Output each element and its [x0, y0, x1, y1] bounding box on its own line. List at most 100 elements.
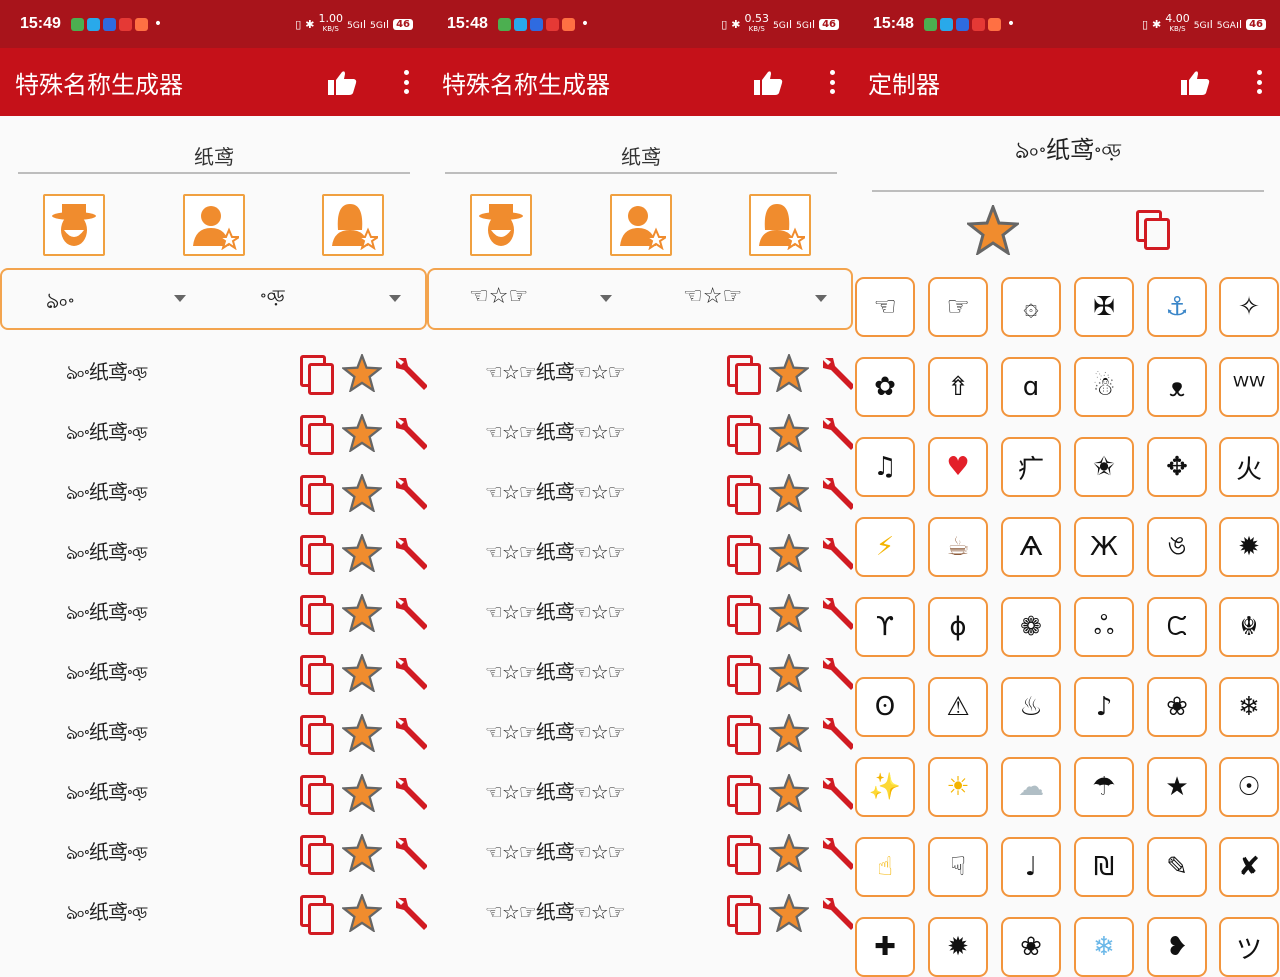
thumbs-up-icon[interactable]	[327, 70, 357, 96]
copy-icon[interactable]	[300, 535, 334, 575]
symbol-button[interactable]: ✨	[855, 757, 915, 817]
favorite-star-icon[interactable]	[342, 654, 382, 692]
result-row[interactable]: ☜☆☞纸鸢☜☆☞	[427, 462, 853, 522]
right-decoration-dropdown[interactable]: ☜☆☞	[683, 284, 742, 309]
result-row[interactable]: ঌ৹৽纸鸢৽৹ড়	[0, 702, 427, 762]
symbol-button[interactable]: ʘ	[855, 677, 915, 737]
customize-wrench-icon[interactable]	[392, 834, 427, 872]
symbol-button[interactable]: Ѧ	[1001, 517, 1061, 577]
result-row[interactable]: ঌ৹৽纸鸢৽৹ড়	[0, 882, 427, 942]
customize-wrench-icon[interactable]	[819, 894, 853, 932]
result-row[interactable]: ঌ৹৽纸鸢৽৹ড়	[0, 342, 427, 402]
left-decoration-dropdown[interactable]: ☜☆☞	[469, 284, 528, 309]
customize-wrench-icon[interactable]	[819, 594, 853, 632]
symbol-button[interactable]: ☉	[1219, 757, 1279, 817]
funny-face-filter-button[interactable]	[43, 194, 105, 256]
symbol-button[interactable]: ⽕	[1219, 437, 1279, 497]
female-filter-button[interactable]	[322, 194, 384, 256]
symbol-button[interactable]: ஃ	[1074, 597, 1134, 657]
copy-icon[interactable]	[300, 835, 334, 875]
symbol-button[interactable]: ɸ	[928, 597, 988, 657]
favorite-star-icon[interactable]	[769, 774, 809, 812]
symbol-button[interactable]: ツ	[1219, 917, 1279, 977]
customize-wrench-icon[interactable]	[819, 534, 853, 572]
customize-wrench-icon[interactable]	[819, 834, 853, 872]
copy-icon[interactable]	[300, 775, 334, 815]
symbol-button[interactable]: ✠	[1074, 277, 1134, 337]
favorite-star-icon[interactable]	[769, 534, 809, 572]
symbol-button[interactable]: ⚓	[1147, 277, 1207, 337]
thumbs-up-icon[interactable]	[1180, 70, 1210, 96]
symbol-button[interactable]: ⚡	[855, 517, 915, 577]
symbol-button[interactable]: ❁	[1001, 597, 1061, 657]
customize-wrench-icon[interactable]	[392, 354, 427, 392]
favorite-star-icon[interactable]	[769, 654, 809, 692]
thumbs-up-icon[interactable]	[753, 70, 783, 96]
symbol-button[interactable]: ☂	[1074, 757, 1134, 817]
symbol-button[interactable]: ☜	[855, 277, 915, 337]
result-row[interactable]: ঌ৹৽纸鸢৽৹ড়	[0, 762, 427, 822]
copy-icon[interactable]	[300, 415, 334, 455]
overflow-menu-icon[interactable]	[1256, 70, 1262, 94]
customize-wrench-icon[interactable]	[392, 474, 427, 512]
symbol-button[interactable]: ᙅ	[1147, 597, 1207, 657]
favorite-star-icon[interactable]	[342, 474, 382, 512]
chevron-down-icon[interactable]	[815, 295, 827, 302]
copy-icon[interactable]	[300, 655, 334, 695]
copy-icon[interactable]	[727, 715, 761, 755]
symbol-button[interactable]: ✘	[1219, 837, 1279, 897]
symbol-button[interactable]: ☁	[1001, 757, 1061, 817]
left-decoration-dropdown[interactable]: ঌ৹৽	[46, 284, 75, 321]
symbol-button[interactable]: ❄	[1074, 917, 1134, 977]
customize-wrench-icon[interactable]	[392, 534, 427, 572]
symbol-button[interactable]: ₪	[1074, 837, 1134, 897]
symbol-button[interactable]: ✹	[1219, 517, 1279, 577]
symbol-button[interactable]: ♥	[928, 437, 988, 497]
female-filter-button[interactable]	[749, 194, 811, 256]
symbol-button[interactable]: ✚	[855, 917, 915, 977]
copy-icon[interactable]	[727, 475, 761, 515]
favorite-star-icon[interactable]	[967, 205, 1019, 255]
result-row[interactable]: ☜☆☞纸鸢☜☆☞	[427, 762, 853, 822]
right-decoration-dropdown[interactable]: ৽৹ড়	[260, 284, 285, 309]
result-row[interactable]: ঌ৹৽纸鸢৽৹ড়	[0, 402, 427, 462]
name-input[interactable]	[18, 138, 410, 174]
customize-wrench-icon[interactable]	[819, 654, 853, 692]
symbol-button[interactable]: ۞	[1001, 277, 1061, 337]
symbol-button[interactable]: ☀	[928, 757, 988, 817]
symbol-button[interactable]: ✥	[1147, 437, 1207, 497]
result-row[interactable]: ☜☆☞纸鸢☜☆☞	[427, 342, 853, 402]
symbol-button[interactable]: ঙ	[1147, 517, 1207, 577]
copy-icon[interactable]	[727, 895, 761, 935]
copy-icon[interactable]	[300, 475, 334, 515]
copy-icon[interactable]	[300, 895, 334, 935]
overflow-menu-icon[interactable]	[829, 70, 835, 94]
copy-icon[interactable]	[300, 355, 334, 395]
favorite-star-icon[interactable]	[769, 834, 809, 872]
symbol-button[interactable]: ϒ	[855, 597, 915, 657]
copy-icon[interactable]	[727, 595, 761, 635]
symbol-button[interactable]: ✧	[1219, 277, 1279, 337]
copy-icon[interactable]	[300, 595, 334, 635]
symbol-button[interactable]: Ж	[1074, 517, 1134, 577]
favorite-star-icon[interactable]	[342, 834, 382, 872]
symbol-button[interactable]: ⇮	[928, 357, 988, 417]
favorite-star-icon[interactable]	[769, 474, 809, 512]
customize-wrench-icon[interactable]	[819, 414, 853, 452]
favorite-star-icon[interactable]	[342, 594, 382, 632]
copy-icon[interactable]	[727, 535, 761, 575]
favorite-star-icon[interactable]	[769, 894, 809, 932]
favorite-star-icon[interactable]	[342, 774, 382, 812]
male-filter-button[interactable]	[183, 194, 245, 256]
symbol-button[interactable]: ☬	[1219, 597, 1279, 657]
customize-wrench-icon[interactable]	[392, 714, 427, 752]
result-row[interactable]: ☜☆☞纸鸢☜☆☞	[427, 882, 853, 942]
name-input[interactable]	[445, 138, 837, 174]
symbol-button[interactable]: ❀	[1001, 917, 1061, 977]
copy-icon[interactable]	[300, 715, 334, 755]
symbol-button[interactable]: ♪	[1074, 677, 1134, 737]
symbol-button[interactable]: ⽧	[1001, 437, 1061, 497]
symbol-button[interactable]: ✬	[1074, 437, 1134, 497]
favorite-star-icon[interactable]	[342, 714, 382, 752]
customize-wrench-icon[interactable]	[819, 474, 853, 512]
